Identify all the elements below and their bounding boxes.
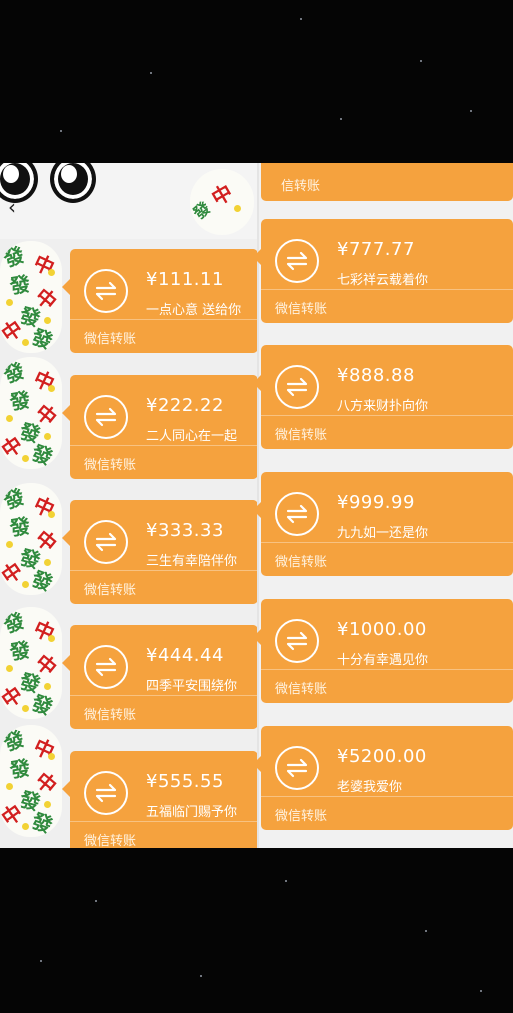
transfer-card[interactable]: ¥444.44 四季平安围绕你 微信转账 bbox=[62, 625, 258, 729]
transfer-amount: ¥333.33 bbox=[146, 520, 224, 541]
transfer-arrows-icon bbox=[275, 746, 319, 790]
right-chat-panel: 信转账 ¥777.77 七彩祥云载着你 微信转账 ¥888.88 八方来财扑向你 微信转账… bbox=[253, 163, 513, 848]
transfer-amount: ¥222.22 bbox=[146, 395, 224, 416]
transfer-footer: 微信转账 bbox=[84, 834, 137, 848]
card-divider bbox=[70, 445, 258, 446]
transfer-note: 五福临门赐予你 bbox=[146, 805, 238, 820]
card-divider bbox=[261, 796, 513, 797]
mahjong-fa-tile: 發 bbox=[8, 755, 32, 783]
transfer-note: 老婆我爱你 bbox=[337, 780, 403, 795]
transfer-footer: 微信转账 bbox=[84, 332, 137, 347]
transfer-card[interactable]: ¥333.33 三生有幸陪伴你 微信转账 bbox=[62, 500, 258, 604]
avatar: 中 發 bbox=[190, 169, 254, 235]
transfer-footer: 微信转账 bbox=[275, 682, 328, 697]
transfer-note: 二人同心在一起 bbox=[146, 429, 238, 444]
transfer-arrows-icon bbox=[84, 395, 128, 439]
bubble-tail bbox=[253, 629, 261, 645]
transfer-footer: 微信转账 bbox=[84, 583, 137, 598]
transfer-screenshot-collage: ‹ 中 發 發中發中發中發 ¥111.11 一点心意 送给你 微信转账發中發中發中發 ¥… bbox=[0, 163, 513, 848]
card-divider bbox=[261, 542, 513, 543]
transfer-amount: ¥888.88 bbox=[337, 365, 415, 386]
cartoon-eyes-sticker bbox=[0, 163, 110, 205]
avatar[interactable]: 發中發中發中發 bbox=[0, 241, 62, 353]
transfer-note: 三生有幸陪伴你 bbox=[146, 554, 238, 569]
transfer-arrows-icon bbox=[275, 619, 319, 663]
bubble-tail bbox=[62, 781, 70, 797]
mahjong-fa-tile: 發 bbox=[8, 271, 32, 299]
transfer-note: 十分有幸遇见你 bbox=[337, 653, 429, 668]
bubble-tail bbox=[62, 279, 70, 295]
mahjong-fa-tile: 發 bbox=[0, 726, 28, 756]
chevron-left-icon[interactable]: ‹ bbox=[8, 197, 16, 217]
avatar[interactable]: 發中發中發中發 bbox=[0, 357, 62, 469]
card-divider bbox=[70, 821, 258, 822]
transfer-note: 一点心意 送给你 bbox=[146, 303, 242, 318]
avatar[interactable]: 發中發中發中發 bbox=[0, 725, 62, 837]
mahjong-fa-tile: 發 bbox=[0, 242, 28, 272]
card-divider bbox=[261, 669, 513, 670]
mahjong-fa-tile: 發 bbox=[8, 513, 32, 541]
transfer-card[interactable]: ¥999.99 九九如一还是你 微信转账 bbox=[253, 472, 513, 576]
bubble-tail bbox=[62, 655, 70, 671]
mahjong-fa-tile: 發 bbox=[8, 387, 32, 415]
left-chat-panel: ‹ 中 發 發中發中發中發 ¥111.11 一点心意 送给你 微信转账發中發中發中發 ¥… bbox=[0, 163, 259, 848]
partial-transfer-card[interactable]: 信转账 bbox=[261, 163, 513, 201]
transfer-card[interactable]: ¥888.88 八方来财扑向你 微信转账 bbox=[253, 345, 513, 449]
transfer-footer: 微信转账 bbox=[275, 555, 328, 570]
transfer-footer: 信转账 bbox=[281, 179, 321, 194]
mahjong-fa-tile: 發 bbox=[8, 637, 32, 665]
transfer-note: 七彩祥云载着你 bbox=[337, 273, 429, 288]
transfer-card[interactable]: ¥777.77 七彩祥云载着你 微信转账 bbox=[253, 219, 513, 323]
avatar[interactable]: 發中發中發中發 bbox=[0, 483, 62, 595]
transfer-card[interactable]: ¥111.11 一点心意 送给你 微信转账 bbox=[62, 249, 258, 353]
transfer-card[interactable]: ¥222.22 二人同心在一起 微信转账 bbox=[62, 375, 258, 479]
transfer-amount: ¥555.55 bbox=[146, 771, 224, 792]
transfer-card[interactable]: ¥1000.00 十分有幸遇见你 微信转账 bbox=[253, 599, 513, 703]
card-divider bbox=[261, 289, 513, 290]
transfer-amount: ¥1000.00 bbox=[337, 619, 427, 640]
bubble-tail bbox=[253, 249, 261, 265]
transfer-note: 九九如一还是你 bbox=[337, 526, 429, 541]
transfer-footer: 微信转账 bbox=[84, 708, 137, 723]
mahjong-fa-tile: 發 bbox=[0, 608, 28, 638]
bubble-tail bbox=[253, 375, 261, 391]
chat-top-bar: ‹ 中 發 bbox=[0, 163, 259, 239]
transfer-arrows-icon bbox=[84, 645, 128, 689]
card-divider bbox=[70, 695, 258, 696]
mahjong-fa-tile: 發 bbox=[0, 358, 28, 388]
transfer-amount: ¥111.11 bbox=[146, 269, 224, 290]
transfer-arrows-icon bbox=[84, 520, 128, 564]
transfer-amount: ¥999.99 bbox=[337, 492, 415, 513]
transfer-arrows-icon bbox=[275, 239, 319, 283]
transfer-arrows-icon bbox=[275, 365, 319, 409]
transfer-amount: ¥5200.00 bbox=[337, 746, 427, 767]
card-divider bbox=[70, 319, 258, 320]
transfer-footer: 微信转账 bbox=[275, 809, 328, 824]
transfer-card[interactable]: ¥555.55 五福临门赐予你 微信转账 bbox=[62, 751, 258, 848]
avatar[interactable]: 發中發中發中發 bbox=[0, 607, 62, 719]
transfer-footer: 微信转账 bbox=[275, 302, 328, 317]
transfer-arrows-icon bbox=[275, 492, 319, 536]
bubble-tail bbox=[62, 405, 70, 421]
card-divider bbox=[70, 570, 258, 571]
transfer-amount: ¥777.77 bbox=[337, 239, 415, 260]
bubble-tail bbox=[253, 756, 261, 772]
transfer-arrows-icon bbox=[84, 771, 128, 815]
card-divider bbox=[261, 415, 513, 416]
transfer-footer: 微信转账 bbox=[84, 458, 137, 473]
transfer-footer: 微信转账 bbox=[275, 428, 328, 443]
transfer-note: 四季平安围绕你 bbox=[146, 679, 238, 694]
transfer-note: 八方来财扑向你 bbox=[337, 399, 429, 414]
transfer-arrows-icon bbox=[84, 269, 128, 313]
bubble-tail bbox=[253, 502, 261, 518]
bubble-tail bbox=[62, 530, 70, 546]
mahjong-fa-tile: 發 bbox=[0, 484, 28, 514]
transfer-card[interactable]: ¥5200.00 老婆我爱你 微信转账 bbox=[253, 726, 513, 830]
transfer-amount: ¥444.44 bbox=[146, 645, 224, 666]
